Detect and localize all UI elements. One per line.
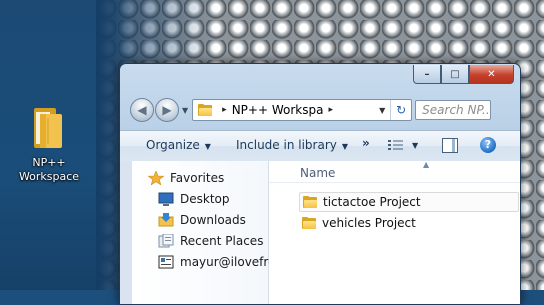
folder-icon <box>303 196 317 208</box>
views-icon[interactable] <box>388 139 404 151</box>
organize-label: Organize <box>146 138 200 152</box>
organize-button[interactable]: Organize ▼ <box>146 138 211 152</box>
sort-ascending-icon: ▲ <box>423 160 430 169</box>
caption-buttons: – □ ✕ <box>413 65 514 84</box>
list-item-label: vehicles Project <box>322 216 416 230</box>
close-button[interactable]: ✕ <box>469 65 514 84</box>
chevron-down-icon: ▼ <box>204 142 211 151</box>
chevron-down-icon: ▼ <box>341 142 349 151</box>
back-button[interactable]: ◀ <box>130 98 154 122</box>
star-icon <box>147 170 165 186</box>
list-item[interactable]: tictactoe Project <box>299 192 519 212</box>
navigation-bar: ◀ ▶ ▼ ▸ NP++ Workspa ▸ ▼ ↻ Search NP... <box>130 96 514 124</box>
refresh-button[interactable]: ↻ <box>390 100 411 120</box>
file-list: ▲ Name tictactoe Project vehicles Projec… <box>269 160 520 304</box>
explorer-content: Favorites Desktop Downloads Recent Place… <box>120 160 520 304</box>
desktop-icon-label-line1: NP++ <box>32 156 66 169</box>
breadcrumb-item[interactable]: NP++ Workspa <box>232 103 324 117</box>
views-dropdown-icon[interactable]: ▼ <box>412 141 418 150</box>
desktop-icon <box>158 192 174 206</box>
list-item-label: tictactoe Project <box>323 195 421 209</box>
back-arrow-icon: ◀ <box>137 103 147 117</box>
maximize-button[interactable]: □ <box>441 65 469 84</box>
folder-icon <box>32 104 66 150</box>
sidebar-item-label: Desktop <box>180 192 230 206</box>
desktop-folder-shortcut[interactable]: NP++ Workspace <box>14 104 84 184</box>
preview-pane-icon[interactable] <box>442 138 458 153</box>
window-frame-left <box>120 161 132 304</box>
sidebar-item-label: Downloads <box>180 213 246 227</box>
address-dropdown-icon[interactable]: ▼ <box>375 100 389 120</box>
column-header-name[interactable]: Name <box>300 166 335 180</box>
command-bar: Organize ▼ Include in library ▼ » ▼ ? <box>120 130 520 162</box>
sidebar-item-contact[interactable]: mayur@ilovefre <box>158 253 275 271</box>
explorer-window: – □ ✕ ◀ ▶ ▼ ▸ NP++ Workspa ▸ ▼ ↻ Search … <box>119 63 521 305</box>
search-input[interactable]: Search NP... <box>415 100 492 120</box>
breadcrumb-separator-icon[interactable]: ▸ <box>328 105 333 115</box>
contact-card-icon <box>158 255 174 269</box>
forward-button[interactable]: ▶ <box>155 98 179 122</box>
help-icon[interactable]: ? <box>480 137 496 153</box>
list-item[interactable]: vehicles Project <box>299 213 519 233</box>
address-bar[interactable]: ▸ NP++ Workspa ▸ ▼ ↻ <box>192 99 413 121</box>
forward-arrow-icon: ▶ <box>162 103 172 117</box>
favorites-label: Favorites <box>170 171 225 185</box>
sidebar-item-favorites[interactable]: Favorites <box>147 169 225 187</box>
sidebar-item-recent-places[interactable]: Recent Places <box>158 232 263 250</box>
recent-places-icon <box>158 233 174 248</box>
include-in-library-button[interactable]: Include in library ▼ <box>236 138 348 152</box>
breadcrumb-separator-icon[interactable]: ▸ <box>222 105 227 115</box>
desktop-icon-label-line2: Workspace <box>18 170 80 183</box>
sidebar-item-label: mayur@ilovefre <box>180 255 276 269</box>
more-commands-button[interactable]: » <box>362 136 370 150</box>
minimize-button[interactable]: – <box>413 65 441 84</box>
recent-pages-dropdown-icon[interactable]: ▼ <box>182 106 188 115</box>
include-in-library-label: Include in library <box>236 138 337 152</box>
sidebar-item-desktop[interactable]: Desktop <box>158 190 230 208</box>
folder-icon <box>302 217 316 229</box>
folder-icon <box>198 104 213 116</box>
sidebar-item-downloads[interactable]: Downloads <box>158 211 246 229</box>
navigation-pane: Favorites Desktop Downloads Recent Place… <box>132 161 275 304</box>
desktop-icon-label: NP++ Workspace <box>14 156 84 184</box>
downloads-icon <box>158 213 174 227</box>
column-divider <box>269 182 520 183</box>
sidebar-item-label: Recent Places <box>180 234 264 248</box>
